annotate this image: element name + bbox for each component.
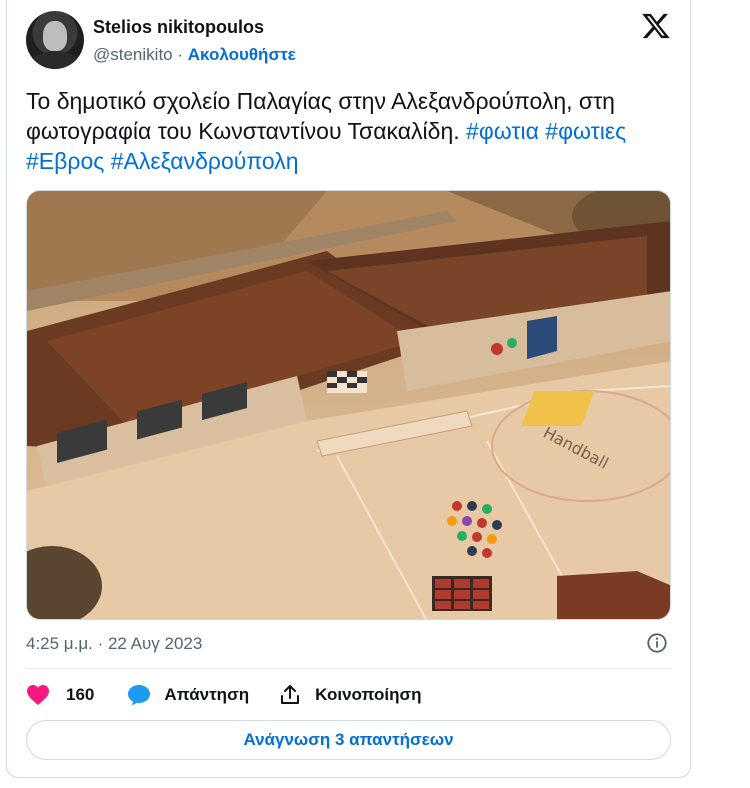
reply-bubble-icon bbox=[128, 685, 151, 706]
author-handle[interactable]: @stenikito bbox=[93, 45, 173, 64]
tweet-photo[interactable]: Handball bbox=[26, 190, 671, 620]
author-display-name[interactable]: Stelios nikitopoulos bbox=[93, 17, 264, 38]
read-replies-button[interactable]: Ανάγνωση 3 απαντήσεων bbox=[26, 720, 671, 760]
heart-icon bbox=[27, 685, 49, 705]
like-button[interactable]: 160 bbox=[26, 684, 94, 706]
follow-button[interactable]: Ακολουθήστε bbox=[188, 45, 296, 64]
likes-count: 160 bbox=[66, 685, 95, 704]
hashtag-link[interactable]: #φωτια bbox=[466, 118, 539, 144]
x-logo-icon[interactable] bbox=[641, 11, 671, 41]
author-handle-row: @stenikito · Ακολουθήστε bbox=[93, 45, 296, 65]
tweet-text: Το δημοτικό σχολείο Παλαγίας στην Αλεξαν… bbox=[26, 86, 671, 176]
share-icon bbox=[281, 685, 300, 704]
tweet-timestamp[interactable]: 4:25 μ.μ. · 22 Αυγ 2023 bbox=[26, 634, 202, 654]
avatar[interactable] bbox=[26, 11, 84, 69]
share-label: Κοινοποίηση bbox=[315, 685, 422, 704]
reply-button[interactable]: Απάντηση bbox=[127, 684, 249, 706]
divider bbox=[26, 668, 671, 669]
action-bar: 160 Απάντηση Κοινοποίηση bbox=[26, 682, 422, 708]
burned-school-aerial-photo: Handball bbox=[27, 191, 670, 619]
share-button[interactable]: Κοινοποίηση bbox=[279, 684, 422, 706]
handle-separator: · bbox=[177, 45, 184, 64]
hashtag-link[interactable]: #Εβρος bbox=[26, 148, 104, 174]
info-icon[interactable] bbox=[646, 632, 668, 654]
hashtag-link[interactable]: #φωτιες bbox=[545, 118, 626, 144]
hashtag-link[interactable]: #Αλεξανδρούπολη bbox=[111, 148, 299, 174]
reply-label: Απάντηση bbox=[164, 685, 250, 704]
